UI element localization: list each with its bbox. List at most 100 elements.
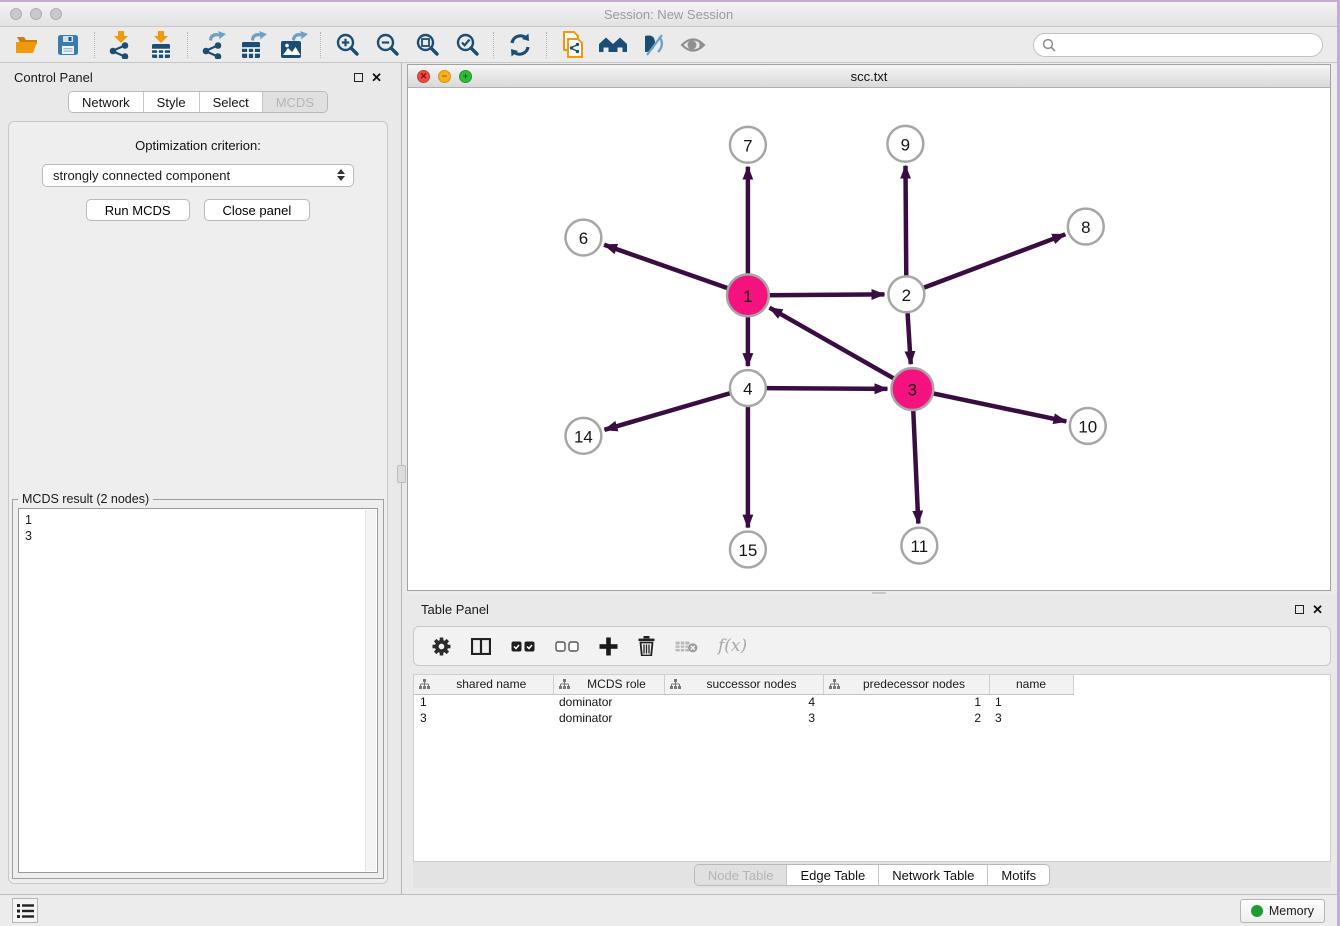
hide-annotations-button[interactable] (633, 29, 673, 61)
zoom-out-icon (375, 32, 400, 57)
graph-node-10[interactable]: 10 (1070, 408, 1106, 444)
graph-node-2[interactable]: 2 (888, 276, 924, 312)
result-scrollbar[interactable] (365, 510, 376, 871)
save-session-button[interactable] (48, 29, 88, 61)
control-panel-title: Control Panel (14, 70, 354, 85)
graph-node-4[interactable]: 4 (730, 370, 766, 406)
close-panel-icon[interactable]: ✕ (371, 71, 382, 84)
open-session-button[interactable] (8, 29, 48, 61)
close-table-panel-icon[interactable]: ✕ (1312, 603, 1323, 616)
zoom-in-button[interactable] (327, 29, 367, 61)
float-panel-icon[interactable] (354, 73, 363, 82)
graph-node-1[interactable]: 1 (727, 274, 769, 316)
search-input[interactable] (1056, 38, 1314, 52)
graph-edge-3-1[interactable] (770, 308, 896, 380)
export-table-button[interactable] (234, 29, 274, 61)
network-graph[interactable]: 1 2 3 4 6 7 8 9 10 11 14 15 (408, 88, 1330, 590)
column-header-successor-nodes[interactable]: successor nodes (664, 675, 823, 694)
delete-table-button[interactable] (675, 640, 698, 653)
zoom-selected-button[interactable] (447, 29, 487, 61)
list-panel-button[interactable] (12, 898, 38, 923)
apply-layout-button[interactable] (500, 29, 540, 61)
network-canvas[interactable]: 1 2 3 4 6 7 8 9 10 11 14 15 (408, 88, 1330, 590)
cell-mcds-role[interactable]: dominator (553, 710, 664, 726)
add-column-button[interactable] (599, 637, 618, 656)
column-header-predecessor-nodes[interactable]: predecessor nodes (823, 675, 989, 694)
mcds-result-list[interactable]: 1 3 (18, 508, 378, 873)
zoom-fit-button[interactable] (407, 29, 447, 61)
graph-node-3[interactable]: 3 (891, 368, 933, 410)
cell-name[interactable]: 3 (989, 710, 1073, 726)
graph-edge-4-3[interactable] (764, 388, 888, 389)
table-panel: Table Panel ✕ (407, 595, 1337, 894)
graph-edge-2-9[interactable] (905, 166, 906, 279)
memory-button-label: Memory (1269, 904, 1314, 918)
graph-node-11[interactable]: 11 (901, 528, 937, 564)
cell-successor-nodes[interactable]: 3 (664, 710, 823, 726)
tab-network[interactable]: Network (69, 92, 144, 112)
mcds-result-item[interactable]: 3 (25, 528, 377, 544)
first-neighbors-button[interactable] (593, 29, 633, 61)
export-image-button[interactable] (274, 29, 314, 61)
table-toolbar: f(x) (413, 626, 1331, 666)
graph-edge-1-6[interactable] (604, 245, 730, 289)
application-window: Session: New Session (0, 2, 1337, 926)
horizontal-splitter[interactable] (407, 591, 1337, 595)
panel-splitter[interactable] (396, 63, 407, 894)
main-titlebar: Session: New Session (0, 2, 1337, 27)
graph-edge-1-2[interactable] (767, 294, 885, 295)
cell-predecessor-nodes[interactable]: 2 (823, 710, 989, 726)
tab-network-table[interactable]: Network Table (879, 865, 988, 885)
column-header-shared-name[interactable]: shared name (414, 675, 553, 694)
delete-column-button[interactable] (638, 636, 655, 656)
graph-node-9[interactable]: 9 (887, 126, 923, 162)
tab-style[interactable]: Style (144, 92, 200, 112)
cell-successor-nodes[interactable]: 4 (664, 694, 823, 710)
memory-button[interactable]: Memory (1240, 899, 1325, 923)
function-builder-button[interactable]: f(x) (718, 636, 747, 656)
zoom-out-button[interactable] (367, 29, 407, 61)
mcds-result-item[interactable]: 1 (25, 512, 377, 528)
graph-edge-3-11[interactable] (913, 408, 918, 524)
float-table-panel-icon[interactable] (1295, 605, 1304, 614)
deselect-all-button[interactable] (555, 641, 579, 652)
graph-node-7[interactable]: 7 (730, 127, 766, 163)
column-browser-button[interactable] (471, 638, 491, 655)
graphics-details-button[interactable] (673, 29, 713, 61)
column-header-mcds-role[interactable]: MCDS role (553, 675, 664, 694)
cell-mcds-role[interactable]: dominator (553, 694, 664, 710)
graph-node-6[interactable]: 6 (565, 220, 601, 256)
cell-shared-name[interactable]: 3 (414, 710, 553, 726)
graph-edge-2-8[interactable] (921, 234, 1065, 288)
table-settings-button[interactable] (432, 637, 451, 656)
tab-motifs[interactable]: Motifs (988, 865, 1049, 885)
import-table-button[interactable] (141, 29, 181, 61)
select-all-button[interactable] (511, 641, 535, 652)
clone-network-button[interactable] (553, 29, 593, 61)
graph-edge-4-14[interactable] (604, 393, 732, 430)
run-mcds-button[interactable]: Run MCDS (86, 199, 190, 221)
cell-name[interactable]: 1 (989, 694, 1073, 710)
graph-node-15[interactable]: 15 (730, 532, 766, 568)
criterion-select[interactable]: strongly connected component (42, 164, 354, 187)
select-stepper-icon (337, 169, 345, 181)
cell-predecessor-nodes[interactable]: 1 (823, 694, 989, 710)
table-row[interactable]: 1 dominator 4 1 1 (414, 694, 1330, 710)
export-network-button[interactable] (194, 29, 234, 61)
cell-shared-name[interactable]: 1 (414, 694, 553, 710)
graph-node-8[interactable]: 8 (1068, 209, 1104, 245)
tab-mcds[interactable]: MCDS (263, 92, 327, 112)
toolbar-separator (320, 32, 321, 58)
search-field[interactable] (1033, 33, 1323, 57)
tab-node-table[interactable]: Node Table (695, 865, 788, 885)
graph-edge-2-3[interactable] (907, 310, 910, 364)
import-network-button[interactable] (101, 29, 141, 61)
tab-edge-table[interactable]: Edge Table (787, 865, 879, 885)
close-panel-button[interactable]: Close panel (204, 199, 311, 221)
splitter-handle[interactable] (397, 465, 406, 483)
tab-select[interactable]: Select (200, 92, 263, 112)
table-row[interactable]: 3 dominator 3 2 3 (414, 710, 1330, 726)
graph-node-14[interactable]: 14 (565, 418, 601, 454)
graph-edge-3-10[interactable] (931, 393, 1066, 422)
column-header-name[interactable]: name (989, 675, 1073, 694)
